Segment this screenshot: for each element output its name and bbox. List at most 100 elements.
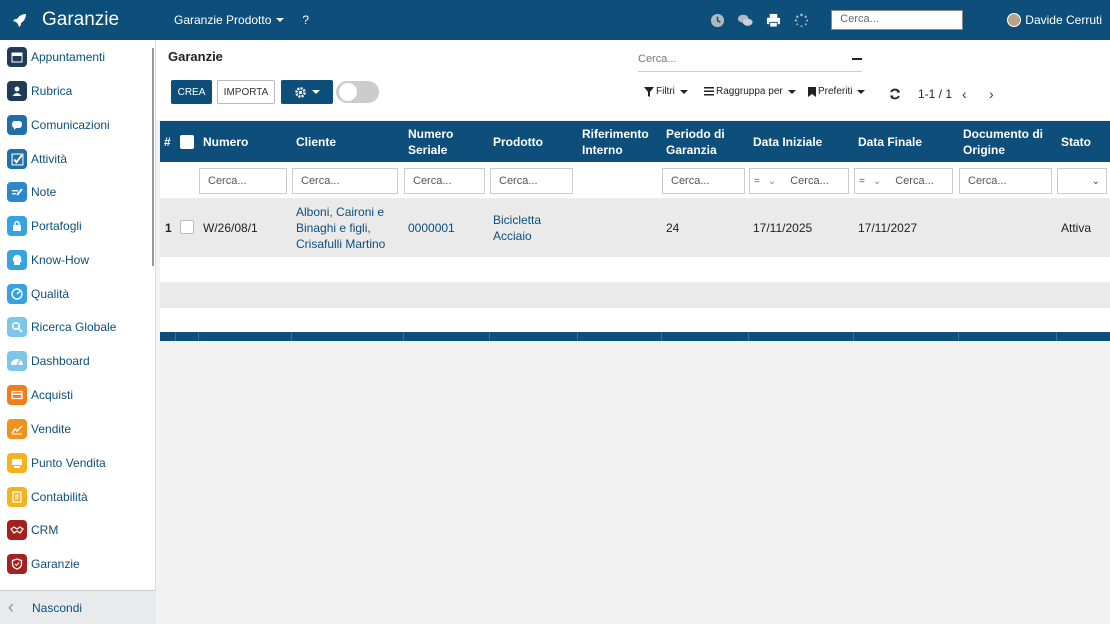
- list-icon: [704, 87, 714, 96]
- top-search-input[interactable]: Cerca...: [831, 10, 964, 30]
- chevron-down-icon: [857, 89, 866, 94]
- filter-data-finale[interactable]: = ⌄ Cerca...: [854, 168, 953, 194]
- sidebar-item-label: Note: [31, 185, 57, 199]
- empty-row: [160, 257, 1110, 282]
- filter-periodo-input[interactable]: Cerca...: [662, 168, 745, 194]
- filter-documento-input[interactable]: Cerca...: [959, 168, 1052, 194]
- column-divider: [198, 332, 199, 341]
- sidebar-hide-button[interactable]: ‹‹ Nascondi: [0, 590, 156, 624]
- head-icon: [7, 250, 27, 270]
- sidebar-item-dashboard[interactable]: Dashboard: [7, 350, 90, 372]
- pos-icon: [7, 453, 27, 473]
- sidebar-item-portafogli[interactable]: Portafogli: [7, 215, 82, 237]
- create-button[interactable]: CREA: [171, 80, 212, 104]
- filter-data-iniziale-input[interactable]: Cerca...: [790, 175, 829, 187]
- search-clear-icon[interactable]: [852, 58, 862, 60]
- sidebar-item-crm[interactable]: CRM: [7, 519, 58, 541]
- sidebar-item-appuntamenti[interactable]: Appuntamenti: [7, 46, 105, 68]
- sidebar-item-label: Attività: [31, 152, 68, 166]
- help-button[interactable]: ?: [302, 13, 309, 27]
- column-header-cliente[interactable]: Cliente: [296, 121, 336, 162]
- filter-prodotto-input[interactable]: Cerca...: [490, 168, 573, 194]
- avatar: [1007, 13, 1022, 27]
- column-header-data-finale[interactable]: Data Finale: [858, 121, 922, 162]
- sidebar-item-rubrica[interactable]: Rubrica: [7, 80, 72, 102]
- filter-data-iniziale[interactable]: = ⌄ Cerca...: [749, 168, 849, 194]
- header-line: Garanzia: [666, 142, 717, 157]
- import-button[interactable]: IMPORTA: [217, 80, 275, 104]
- column-header-riferimento[interactable]: Riferimento Interno: [582, 121, 649, 162]
- column-header-prodotto[interactable]: Prodotto: [493, 121, 543, 162]
- sidebar-item-label: Know-How: [31, 253, 90, 267]
- pager-next-icon[interactable]: ›: [989, 86, 994, 102]
- sidebar-item-attivita[interactable]: Attività: [7, 148, 67, 170]
- sidebar-item-acquisti[interactable]: Acquisti: [7, 384, 73, 406]
- operator-value: =: [859, 175, 865, 187]
- filters-label: Filtri: [656, 86, 675, 97]
- column-divider: [661, 332, 662, 341]
- sidebar-item-label: Contabilità: [31, 490, 88, 504]
- ledger-icon: [7, 487, 27, 507]
- sidebar-item-label: Punto Vendita: [31, 456, 106, 470]
- row-checkbox[interactable]: [180, 220, 194, 234]
- calendar-icon: [7, 47, 27, 67]
- cell-cliente[interactable]: Alboni, Caironi e Binaghi e figli, Crisa…: [296, 204, 385, 252]
- spinner-icon: [793, 12, 809, 28]
- column-header-periodo[interactable]: Periodo di Garanzia: [666, 121, 725, 162]
- cell-prodotto[interactable]: Bicicletta Acciaio: [493, 212, 541, 244]
- filter-data-finale-input[interactable]: Cerca...: [895, 175, 934, 187]
- actions-button[interactable]: [281, 80, 333, 104]
- column-header-stato[interactable]: Stato: [1061, 121, 1091, 162]
- brand[interactable]: Garanzie: [0, 9, 174, 31]
- sidebar-item-comunicazioni[interactable]: Comunicazioni: [7, 114, 110, 136]
- sidebar-item-garanzie[interactable]: Garanzie: [7, 553, 80, 575]
- print-icon[interactable]: [765, 12, 781, 28]
- sidebar-scrollbar[interactable]: [152, 48, 154, 266]
- pager-value[interactable]: 1-1 / 1: [918, 87, 952, 101]
- filter-numero-input[interactable]: Cerca...: [199, 168, 287, 194]
- column-header-data-iniziale[interactable]: Data Iniziale: [753, 121, 822, 162]
- sidebar-item-know-how[interactable]: Know-How: [7, 249, 89, 271]
- sidebar-item-contabilita[interactable]: Contabilità: [7, 486, 88, 508]
- chat-icon[interactable]: [737, 12, 753, 28]
- toggle-knob: [339, 83, 357, 101]
- top-navbar: Garanzie Garanzie Prodotto ? Cerca... Da…: [0, 0, 1110, 40]
- filter-cliente-input[interactable]: Cerca...: [292, 168, 398, 194]
- header-line: Interno: [582, 142, 623, 157]
- table-row[interactable]: 1 W/26/08/1 Alboni, Caironi e Binaghi e …: [160, 199, 1110, 257]
- user-menu[interactable]: Davide Cerruti: [1007, 13, 1102, 27]
- page-title: Garanzie: [168, 49, 223, 64]
- card-icon: [7, 385, 27, 405]
- sidebar-item-qualita[interactable]: Qualità: [7, 283, 69, 305]
- column-header-numero[interactable]: Numero: [203, 121, 248, 162]
- column-divider: [175, 332, 176, 341]
- table-header: # Numero Cliente Numero Seriale Prodotto …: [160, 121, 1110, 162]
- clock-icon[interactable]: [709, 12, 725, 28]
- sidebar-item-punto-vendita[interactable]: Punto Vendita: [7, 452, 106, 474]
- view-toggle[interactable]: [336, 81, 379, 103]
- sidebar-item-label: Rubrica: [31, 84, 73, 98]
- filters-dropdown[interactable]: Filtri: [644, 86, 688, 97]
- favorites-dropdown[interactable]: Preferiti: [808, 86, 866, 97]
- search-input[interactable]: Cerca...: [638, 50, 862, 72]
- sidebar-item-label: Portafogli: [31, 219, 82, 233]
- select-all-checkbox[interactable]: [180, 135, 194, 149]
- cell-seriale[interactable]: 0000001: [408, 220, 455, 236]
- row-index: 1: [165, 221, 172, 235]
- filter-stato-select[interactable]: ⌄: [1057, 168, 1107, 194]
- filter-seriale-input[interactable]: Cerca...: [404, 168, 485, 194]
- pager-previous-icon[interactable]: ‹: [962, 86, 967, 102]
- sidebar-item-vendite[interactable]: Vendite: [7, 418, 71, 440]
- garanzie-prodotto-menu[interactable]: Garanzie Prodotto: [174, 13, 285, 27]
- column-header-documento[interactable]: Documento di Origine: [963, 121, 1043, 162]
- sidebar-item-ricerca-globale[interactable]: Ricerca Globale: [7, 316, 116, 338]
- chevron-down-icon: ⌄: [1091, 175, 1100, 187]
- cell-periodo: 24: [666, 221, 680, 235]
- sidebar-item-note[interactable]: Note: [7, 181, 56, 203]
- filter-icon: [644, 86, 654, 97]
- groupby-dropdown[interactable]: Raggruppa per: [704, 86, 796, 97]
- refresh-icon[interactable]: [889, 88, 901, 100]
- user-name: Davide Cerruti: [1025, 13, 1102, 27]
- column-header-seriale[interactable]: Numero Seriale: [408, 121, 453, 162]
- column-divider: [1056, 332, 1057, 341]
